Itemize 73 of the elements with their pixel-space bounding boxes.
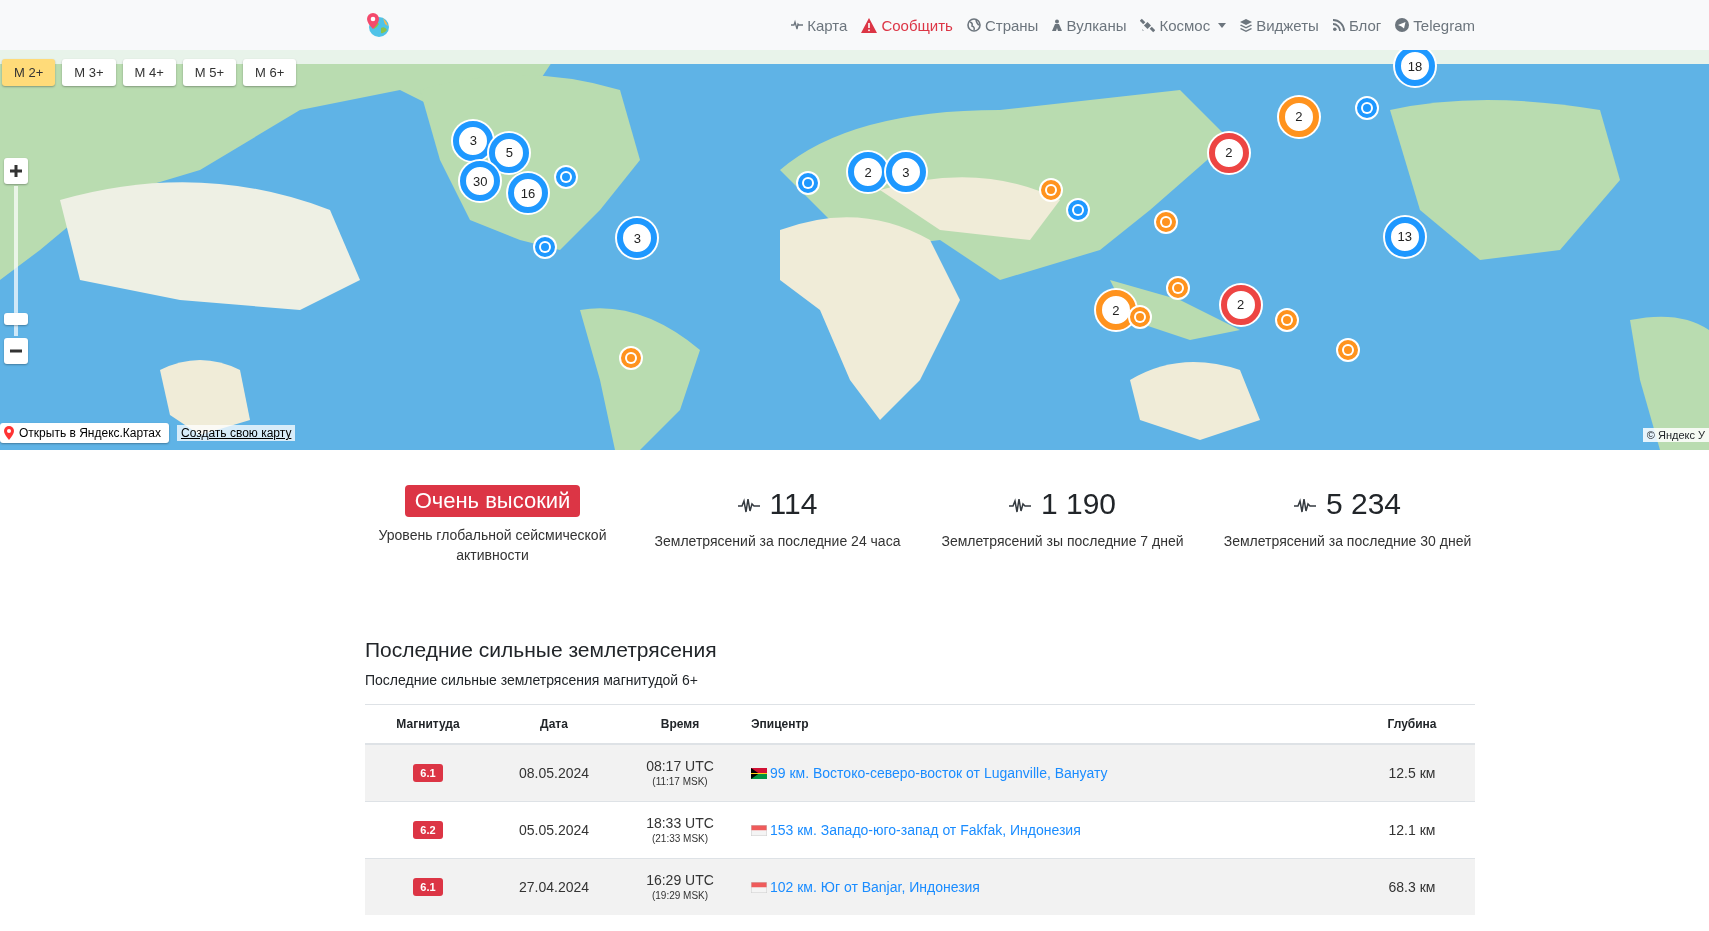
- magnitude-filter-button[interactable]: M 2+: [2, 59, 56, 86]
- pulse-icon: [791, 19, 804, 31]
- utc-time: 18:33 UTC: [645, 815, 715, 832]
- flag-icon: [751, 767, 767, 779]
- nav-link[interactable]: Telegram: [1395, 16, 1475, 34]
- magnitude-filter-button[interactable]: M 5+: [182, 59, 237, 86]
- cluster-marker[interactable]: 2: [1208, 132, 1249, 173]
- date-cell: 08.05.2024: [491, 743, 617, 802]
- plus-icon: [10, 165, 22, 177]
- magnitude-badge: 6.1: [413, 877, 443, 896]
- section-subtitle: Последние сильные землетрясения магнитудой 6+: [365, 671, 700, 688]
- cluster-marker[interactable]: 2: [1278, 96, 1319, 137]
- stat-caption: Уровень глобальной сейсмической активности: [377, 526, 608, 566]
- utc-time: 16:29 UTC: [645, 872, 715, 889]
- stat-caption: Землетрясений за последние 30 дней: [1223, 532, 1472, 551]
- stat-caption: Землетрясений зы последние 7 дней: [941, 532, 1184, 551]
- cluster-marker[interactable]: 2: [848, 152, 889, 193]
- volcano-icon: [1052, 19, 1063, 31]
- layers-icon: [1240, 18, 1253, 32]
- logo-icon[interactable]: [365, 12, 391, 38]
- magnitude-badge: 6.2: [413, 820, 443, 839]
- cluster-marker[interactable]: 3: [617, 218, 658, 258]
- cluster-marker[interactable]: 2: [1220, 284, 1261, 325]
- zoom-in-button[interactable]: [4, 158, 28, 184]
- msk-time: (11:17 MSK): [651, 776, 709, 788]
- depth-cell: 12.5 км: [1349, 743, 1475, 802]
- column-header: Дата: [491, 704, 617, 744]
- column-header: Эпицентр: [743, 704, 1349, 744]
- nav-link[interactable]: Космос: [1140, 16, 1227, 34]
- nav-link[interactable]: Карта: [791, 16, 848, 34]
- stat-caption: Землетрясений за последние 24 часа: [654, 532, 901, 551]
- create-map-link[interactable]: Создать свою карту: [176, 425, 296, 441]
- seismograph-icon: [1008, 497, 1031, 515]
- nav-link[interactable]: Виджеты: [1240, 16, 1319, 34]
- magnitude-filter-button[interactable]: M 4+: [122, 59, 176, 86]
- nav-link[interactable]: Страны: [966, 16, 1039, 34]
- column-header: Глубина: [1349, 704, 1475, 744]
- nav-link[interactable]: Вулканы: [1052, 16, 1127, 34]
- rss-icon: [1332, 19, 1345, 31]
- msk-time: (19:29 MSK): [650, 890, 710, 902]
- magnitude-filter-button[interactable]: M 3+: [62, 59, 116, 86]
- magnitude-filter-button[interactable]: M 6+: [243, 59, 297, 86]
- map-copyright: © Яндекс У: [1642, 428, 1709, 442]
- column-header: Время: [617, 704, 743, 744]
- cluster-marker[interactable]: 16: [508, 173, 549, 214]
- open-in-maps-link[interactable]: Открыть в Яндекс.Картах: [0, 423, 169, 443]
- section-title: Последние сильные землетрясения: [365, 637, 718, 662]
- stat-value: 114: [769, 487, 818, 521]
- nav-link[interactable]: Сообщить: [861, 16, 953, 34]
- seismograph-icon: [737, 497, 760, 515]
- warning-icon: [861, 17, 878, 33]
- column-header: Магнитуда: [365, 704, 491, 744]
- depth-cell: 68.3 км: [1349, 858, 1475, 915]
- pin-icon: [4, 426, 14, 440]
- date-cell: 27.04.2024: [491, 858, 617, 915]
- cluster-marker[interactable]: 13: [1384, 216, 1425, 257]
- activity-level-badge: Очень высокий: [404, 485, 581, 517]
- cluster-marker[interactable]: 18: [1395, 50, 1436, 87]
- globe-icon: [966, 18, 981, 32]
- flag-icon: [751, 881, 767, 893]
- zoom-out-button[interactable]: [4, 338, 28, 364]
- msk-time: (21:33 MSK): [650, 833, 710, 845]
- seismograph-icon: [1293, 497, 1316, 515]
- stat-value: 1 190: [1040, 487, 1117, 521]
- satellite-icon: [1140, 17, 1156, 33]
- magnitude-badge: 6.1: [413, 763, 443, 782]
- stat-value: 5 234: [1325, 487, 1402, 521]
- nav-link[interactable]: Блог: [1332, 16, 1382, 34]
- cluster-marker[interactable]: 30: [460, 161, 501, 202]
- flag-icon: [751, 824, 767, 836]
- telegram-icon: [1395, 18, 1410, 32]
- cluster-marker[interactable]: 3: [885, 152, 926, 193]
- utc-time: 08:17 UTC: [645, 758, 715, 775]
